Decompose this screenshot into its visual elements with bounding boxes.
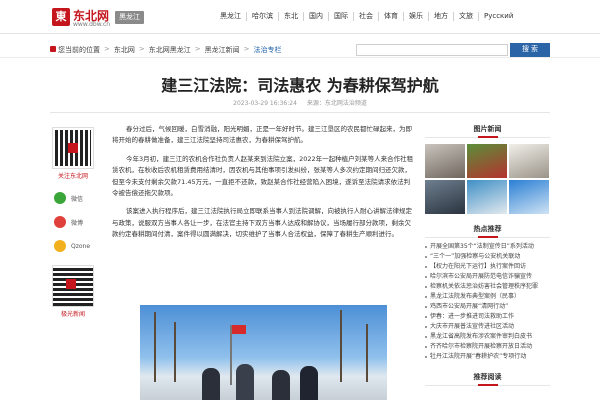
sidebar-heading: 图片新闻 <box>425 124 550 138</box>
nav-item[interactable]: 娱乐 <box>404 12 429 21</box>
site-url: www.dbw.cn <box>73 21 111 28</box>
breadcrumb-separator: > <box>243 45 250 53</box>
main-nav: 黑龙江 哈尔滨 东北 国内 国际 社会 体育 娱乐 地方 文旅 Русский <box>215 12 518 21</box>
nav-item[interactable]: 东北 <box>279 12 304 21</box>
photo-news-thumb[interactable] <box>509 144 549 178</box>
article-body: 春分过后，气候回暖，白雪消融，阳光明媚，正是一年好时节。建三江垦区的农民都忙碌起… <box>112 124 414 248</box>
news-link[interactable]: “三个一”加强检察与公安机关联动 <box>425 252 550 262</box>
wechat-icon[interactable] <box>54 192 66 204</box>
nav-item[interactable]: 体育 <box>379 12 404 21</box>
share-qzone[interactable]: Qzone <box>54 240 96 252</box>
breadcrumb: 您当前的位置 > 东北网 > 东北网黑龙江 > 黑龙江新闻 > 法治专栏 <box>58 45 286 55</box>
share-label: 微博 <box>71 219 84 227</box>
search-input[interactable] <box>356 44 508 56</box>
news-link[interactable]: 开展全国第35个“法制宣传日”系列活动 <box>425 242 550 252</box>
article-date: 2023-03-29 16:36:24 <box>233 100 297 107</box>
nav-item[interactable]: 哈尔滨 <box>247 12 279 21</box>
share-column: 关注东北网 微信 微博 Qzone 极光新闻 <box>50 127 96 318</box>
share-label: 微信 <box>71 195 84 203</box>
share-wechat[interactable]: 微信 <box>54 192 96 204</box>
breadcrumb-separator: > <box>138 45 145 53</box>
article-meta: 2023-03-29 16:36:24 来源：东北网法治频道 <box>0 98 600 107</box>
news-link[interactable]: 鸡西市公安局开展“清网行动” <box>425 302 550 312</box>
news-link[interactable]: 哈尔滨市公安局开展防范电信诈骗宣传 <box>425 272 550 282</box>
app-qr-code-icon <box>52 265 94 307</box>
search-button[interactable]: 搜 索 <box>510 43 550 57</box>
breadcrumb-link[interactable]: 黑龙江新闻 <box>205 45 240 55</box>
location-icon <box>50 46 56 52</box>
photo-news-thumb[interactable] <box>425 180 465 214</box>
article-paragraph: 今年3月初，建三江的农机合作社负责人赵某来到法院立案，2022年一起种植户刘某等… <box>112 154 414 198</box>
news-link[interactable]: 齐齐哈尔市检察院开展检察开放日活动 <box>425 342 550 352</box>
photo-news-thumb[interactable] <box>467 180 507 214</box>
breadcrumb-link[interactable]: 东北网黑龙江 <box>149 45 191 55</box>
qzone-icon[interactable] <box>54 240 66 252</box>
nav-item[interactable]: 地方 <box>429 12 454 21</box>
photo-person <box>300 366 318 400</box>
photo-news-grid <box>425 144 550 214</box>
share-label: Qzone <box>71 242 91 250</box>
nav-item[interactable]: Русский <box>479 12 518 21</box>
region-tag[interactable]: 黑龙江 <box>115 11 144 24</box>
top-bar: 東 东北网 www.dbw.cn 黑龙江 黑龙江 哈尔滨 东北 国内 国际 社会… <box>0 0 600 34</box>
breadcrumb-link[interactable]: 东北网 <box>114 45 135 55</box>
nav-item[interactable]: 文旅 <box>454 12 479 21</box>
photo-tree <box>366 324 368 382</box>
photo-news-thumb[interactable] <box>425 144 465 178</box>
article-paragraph: 春分过后，气候回暖，白雪消融，阳光明媚，正是一年好时节。建三江垦区的农民都忙碌起… <box>112 125 412 145</box>
news-link[interactable]: 伊春：进一步推进司法救助工作 <box>425 312 550 322</box>
breadcrumb-separator: > <box>104 45 110 53</box>
breadcrumb-label: 您当前的位置 <box>58 46 100 54</box>
news-link[interactable]: 牡丹江法院开展“春耕护农”专项行动 <box>425 352 550 362</box>
photo-person <box>272 370 290 400</box>
photo-news-thumb[interactable] <box>509 180 549 214</box>
nav-item[interactable]: 黑龙江 <box>215 12 247 21</box>
nav-item[interactable]: 国际 <box>329 12 354 21</box>
share-weibo[interactable]: 微博 <box>54 216 96 228</box>
photo-tree <box>340 310 342 382</box>
breadcrumb-separator: > <box>194 45 201 53</box>
weibo-icon[interactable] <box>54 216 66 228</box>
sidebar: 图片新闻 热点推荐 开展全国第35个“法制宣传日”系列活动 “三个一”加强检察与… <box>425 124 550 386</box>
news-link[interactable]: 检察机关依法惩治妨害社会管理秩序犯罪 <box>425 282 550 292</box>
photo-tree <box>154 312 156 382</box>
article-source: 来源：东北网法治频道 <box>306 100 367 107</box>
site-logo-icon[interactable]: 東 <box>52 8 70 26</box>
article-title: 建三江法院：司法惠农 为春耕保驾护航 <box>161 76 439 95</box>
news-link[interactable]: 大庆市开展普法宣传进社区活动 <box>425 322 550 332</box>
photo-flag <box>230 325 246 385</box>
title-divider <box>50 112 550 113</box>
photo-news-thumb[interactable] <box>467 144 507 178</box>
qr-label: 关注东北网 <box>57 173 88 180</box>
nav-item[interactable]: 国内 <box>304 12 329 21</box>
nav-item[interactable]: 社会 <box>354 12 379 21</box>
qr-code-icon <box>52 127 94 169</box>
article-paragraph: 该案进入执行程序后，建三江法院执行局立即联系当事人到法院调解，向被执行人耐心讲解… <box>112 207 412 239</box>
breadcrumb-current[interactable]: 法治专栏 <box>254 45 282 55</box>
photo-person <box>202 368 220 400</box>
photo-tree <box>174 322 176 382</box>
qr2-label: 极光新闻 <box>60 311 85 318</box>
sidebar-heading: 热点推荐 <box>425 224 550 238</box>
news-link[interactable]: 【权力在阳光下运行】执行案件回访 <box>425 262 550 272</box>
news-link[interactable]: 黑龙江法院发布典型案例（民事） <box>425 292 550 302</box>
photo-person <box>236 364 254 400</box>
article-photo <box>140 305 387 400</box>
sidebar-heading: 推荐阅读 <box>425 372 550 386</box>
hot-news-list: 开展全国第35个“法制宣传日”系列活动 “三个一”加强检察与公安机关联动 【权力… <box>425 242 550 362</box>
news-link[interactable]: 黑龙江省高院发布涉农案件审判白皮书 <box>425 332 550 342</box>
